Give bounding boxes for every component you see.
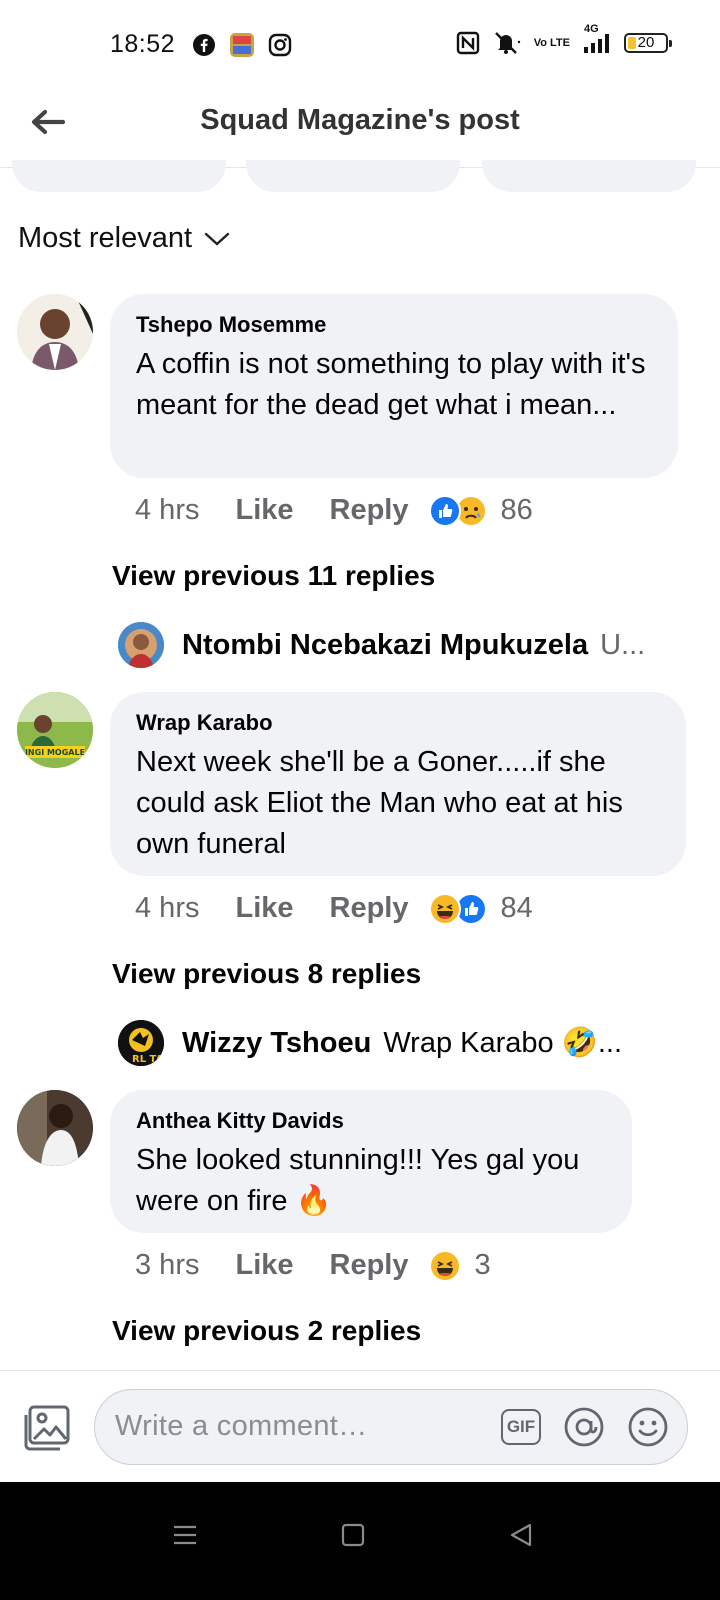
- reply-preview[interactable]: Ntombi Ncebakazi Mpukuzela U...: [118, 622, 645, 668]
- view-previous-replies[interactable]: View previous 11 replies: [112, 560, 435, 592]
- app-thumbnail-icon: [229, 32, 255, 58]
- page-title: Squad Magazine's post: [200, 104, 520, 136]
- profile-photo-icon: [17, 294, 93, 370]
- instagram-icon: [268, 33, 292, 57]
- profile-photo-icon: [118, 622, 164, 668]
- volte-icon: Vo LTE: [533, 36, 570, 49]
- comment-meta: 3 hrs Like Reply 3: [135, 1249, 491, 1282]
- gif-button[interactable]: GIF: [501, 1409, 541, 1445]
- sort-label: Most relevant: [18, 222, 193, 254]
- menu-icon: [174, 1525, 196, 1545]
- comment-bubble: Tshepo Mosemme A coffin is not something…: [110, 294, 678, 478]
- reaction-summary[interactable]: 86: [428, 494, 533, 527]
- profile-photo-icon: INGI MOGALE: [17, 692, 93, 768]
- comment-meta: 4 hrs Like Reply 84: [135, 892, 533, 925]
- reaction-count: 84: [500, 892, 533, 924]
- avatar[interactable]: [17, 1090, 93, 1166]
- comment-author[interactable]: Wrap Karabo: [136, 710, 660, 736]
- comment-bubble: Wrap Karabo Next week she'll be a Goner.…: [110, 692, 686, 876]
- nfc-icon: [456, 31, 480, 55]
- avatar[interactable]: INGI MOGALE: [17, 692, 93, 768]
- reply-snippet: Wrap Karabo 🤣...: [383, 1027, 622, 1059]
- home-nav-button[interactable]: [340, 1522, 366, 1553]
- like-reaction-icon: [428, 494, 461, 527]
- avatar: [118, 622, 164, 668]
- share-action-pill[interactable]: [482, 160, 696, 192]
- system-icons: Vo LTE 4G 20: [456, 23, 672, 56]
- comment-author[interactable]: Tshepo Mosemme: [136, 312, 652, 338]
- comment-time[interactable]: 4 hrs: [135, 892, 199, 925]
- view-previous-replies[interactable]: View previous 2 replies: [112, 1315, 421, 1347]
- composer-icons: GIF: [501, 1406, 669, 1448]
- comment-time[interactable]: 4 hrs: [135, 494, 199, 527]
- comment-text: Next week she'll be a Goner.....if she c…: [136, 746, 623, 860]
- sort-dropdown[interactable]: Most relevant: [18, 222, 230, 255]
- reply-button[interactable]: Reply: [330, 1249, 409, 1282]
- comment-text: A coffin is not something to play with i…: [136, 348, 646, 421]
- back-triangle-icon: [510, 1523, 532, 1547]
- signal-icon: 4G: [582, 23, 612, 55]
- comment-action-pill[interactable]: [246, 160, 460, 192]
- like-button[interactable]: Like: [235, 494, 293, 527]
- battery-percent: 20: [637, 34, 655, 51]
- comment-author[interactable]: Anthea Kitty Davids: [136, 1108, 606, 1134]
- view-previous-replies[interactable]: View previous 8 replies: [112, 958, 421, 990]
- like-button[interactable]: Like: [235, 892, 293, 925]
- reply-preview[interactable]: RL TA Wizzy Tshoeu Wrap Karabo 🤣...: [118, 1020, 622, 1066]
- comment-time[interactable]: 3 hrs: [135, 1249, 199, 1282]
- haha-reaction-icon: [428, 892, 461, 925]
- home-square-icon: [341, 1523, 365, 1547]
- photo-button[interactable]: [24, 1405, 72, 1456]
- reaction-count: 3: [474, 1249, 491, 1281]
- post-actions-row: [0, 160, 720, 194]
- system-nav-bar: [0, 1482, 720, 1600]
- reaction-count: 86: [500, 494, 533, 526]
- battery-icon: 20: [624, 33, 672, 53]
- status-time: 18:52: [110, 30, 176, 58]
- comment-meta: 4 hrs Like Reply 86: [135, 494, 533, 527]
- avatar[interactable]: [17, 294, 93, 370]
- mute-icon: [492, 30, 522, 56]
- reply-author: Ntombi Ncebakazi Mpukuzela: [182, 628, 589, 661]
- comment-bubble: Anthea Kitty Davids She looked stunning!…: [110, 1090, 632, 1233]
- mention-icon[interactable]: [563, 1406, 605, 1448]
- comment-placeholder: Write a comment…: [115, 1410, 368, 1442]
- post-header: Squad Magazine's post: [0, 92, 720, 168]
- comment-text: She looked stunning!!! Yes gal you were …: [136, 1144, 580, 1217]
- reply-button[interactable]: Reply: [330, 494, 409, 527]
- avatar: RL TA: [118, 1020, 164, 1066]
- back-nav-button[interactable]: [508, 1522, 534, 1553]
- facebook-icon: [192, 33, 216, 57]
- comment-composer: Write a comment… GIF: [0, 1370, 720, 1482]
- network-type: 4G: [584, 23, 599, 35]
- reply-snippet: U...: [600, 628, 646, 661]
- like-action-pill[interactable]: [12, 160, 226, 192]
- reply-button[interactable]: Reply: [330, 892, 409, 925]
- reaction-summary[interactable]: 84: [428, 892, 533, 925]
- svg-text:RL TA: RL TA: [132, 1054, 164, 1065]
- haha-reaction-icon: [428, 1249, 461, 1282]
- emoji-icon[interactable]: [627, 1406, 669, 1448]
- chevron-down-icon: [204, 232, 230, 246]
- photo-icon: [24, 1405, 70, 1451]
- svg-text:INGI MOGALE: INGI MOGALE: [25, 748, 85, 757]
- like-button[interactable]: Like: [235, 1249, 293, 1282]
- profile-photo-icon: RL TA: [118, 1020, 164, 1066]
- comment-input[interactable]: Write a comment… GIF: [94, 1389, 688, 1465]
- notification-icons: [192, 32, 292, 58]
- reply-author: Wizzy Tshoeu: [182, 1026, 372, 1059]
- status-bar: 18:52 Vo LTE 4G 20: [0, 0, 720, 92]
- reaction-summary[interactable]: 3: [428, 1249, 491, 1282]
- profile-photo-icon: [17, 1090, 93, 1166]
- menu-nav-button[interactable]: [172, 1522, 198, 1553]
